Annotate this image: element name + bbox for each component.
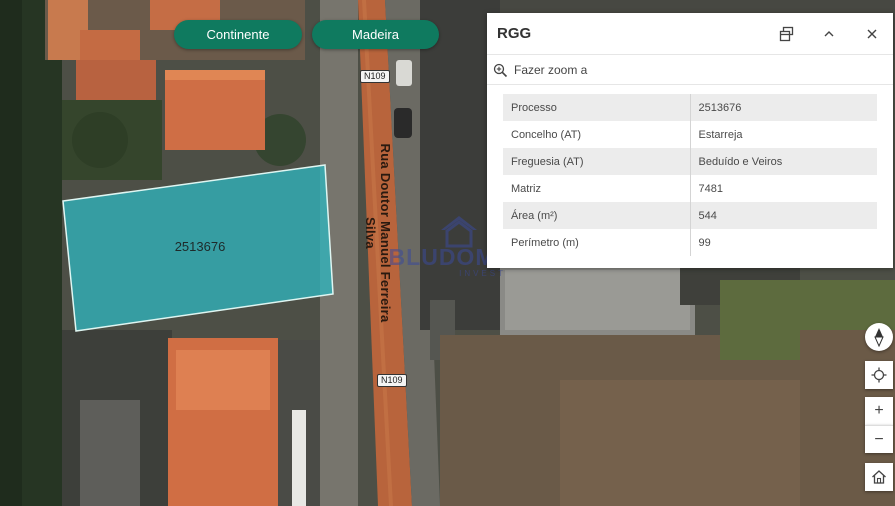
- zoom-in-magnifier-icon: [493, 63, 508, 77]
- home-button[interactable]: [865, 463, 893, 491]
- attribute-value: 2513676: [690, 94, 877, 121]
- attribute-value: 99: [690, 229, 877, 256]
- popup-divider: [487, 84, 893, 85]
- attribute-value: 544: [690, 202, 877, 229]
- zoom-to-action[interactable]: Fazer zoom a: [493, 59, 587, 81]
- close-button[interactable]: [862, 24, 882, 44]
- table-row: Perímetro (m) 99: [503, 229, 877, 256]
- attribute-key: Processo: [503, 94, 691, 121]
- feature-popup: RGG Fazer zoom a Processo 2513676 Concel…: [487, 13, 893, 268]
- attribute-key: Área (m²): [503, 202, 691, 229]
- compass-icon: [874, 328, 884, 347]
- table-row: Área (m²) 544: [503, 202, 877, 229]
- attribute-value: Estarreja: [690, 121, 877, 148]
- attribute-value: Beduído e Veiros: [690, 148, 877, 175]
- dock-icon: [779, 26, 794, 42]
- attribute-table: Processo 2513676 Concelho (AT) Estarreja…: [503, 94, 877, 256]
- table-row: Concelho (AT) Estarreja: [503, 121, 877, 148]
- zoom-out-button[interactable]: −: [865, 425, 893, 453]
- locate-button[interactable]: [865, 361, 893, 389]
- collapse-button[interactable]: [819, 24, 839, 44]
- popup-title: RGG: [497, 25, 532, 42]
- attribute-key: Concelho (AT): [503, 121, 691, 148]
- table-row: Processo 2513676: [503, 94, 877, 121]
- dock-button[interactable]: [777, 24, 797, 44]
- locate-icon: [871, 367, 887, 383]
- attribute-key: Perímetro (m): [503, 229, 691, 256]
- table-row: Freguesia (AT) Beduído e Veiros: [503, 148, 877, 175]
- continente-button[interactable]: Continente: [174, 20, 302, 49]
- zoom-to-label: Fazer zoom a: [514, 63, 588, 77]
- parcel-label[interactable]: 2513676: [150, 239, 250, 254]
- road-shield-top: N109: [360, 70, 390, 83]
- zoom-in-button[interactable]: +: [865, 397, 893, 425]
- road-shield-bottom: N109: [377, 374, 407, 387]
- attribute-value: 7481: [690, 175, 877, 202]
- close-icon: [867, 29, 877, 39]
- chevron-up-icon: [824, 31, 834, 37]
- popup-header: RGG: [487, 13, 893, 55]
- attribute-key: Freguesia (AT): [503, 148, 691, 175]
- attribute-key: Matriz: [503, 175, 691, 202]
- compass-button[interactable]: [865, 323, 893, 351]
- madeira-button[interactable]: Madeira: [312, 20, 439, 49]
- home-icon: [872, 470, 886, 484]
- house-logo-icon: [441, 216, 477, 248]
- table-row: Matriz 7481: [503, 175, 877, 202]
